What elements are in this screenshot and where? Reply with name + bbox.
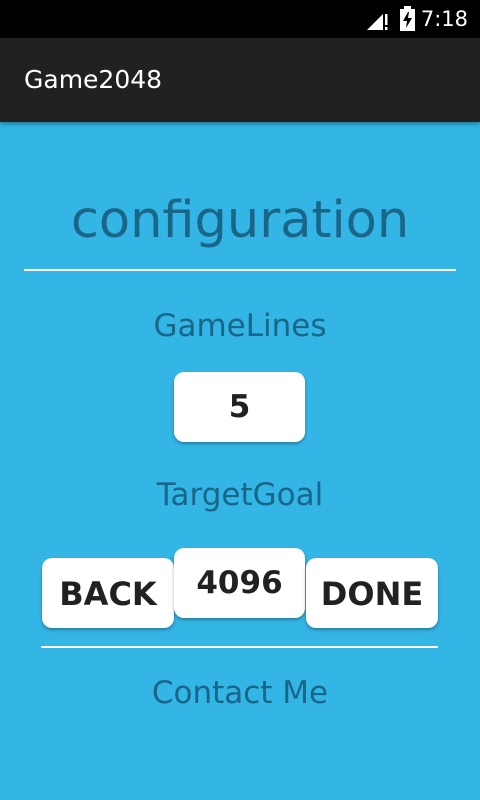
game-lines-label: GameLines [153,308,327,344]
page-title: configuration [70,191,410,250]
divider [24,269,456,271]
done-button[interactable]: DONE [306,558,438,628]
battery-icon [400,6,415,31]
action-bar: Game2048 [0,38,480,122]
divider [41,646,438,648]
status-time: 7:18 [420,7,468,31]
signal-icon [367,14,388,30]
app-title: Game2048 [24,65,163,94]
app-screen: 7:18 Game2048 configuration GameLines 5 … [0,0,480,800]
back-button[interactable]: BACK [42,558,174,628]
contact-me-link[interactable]: Contact Me [0,674,480,712]
target-goal-label: TargetGoal [156,477,324,513]
target-goal-button[interactable]: 4096 [174,548,305,618]
game-lines-button[interactable]: 5 [174,372,305,442]
status-bar: 7:18 [0,0,480,38]
